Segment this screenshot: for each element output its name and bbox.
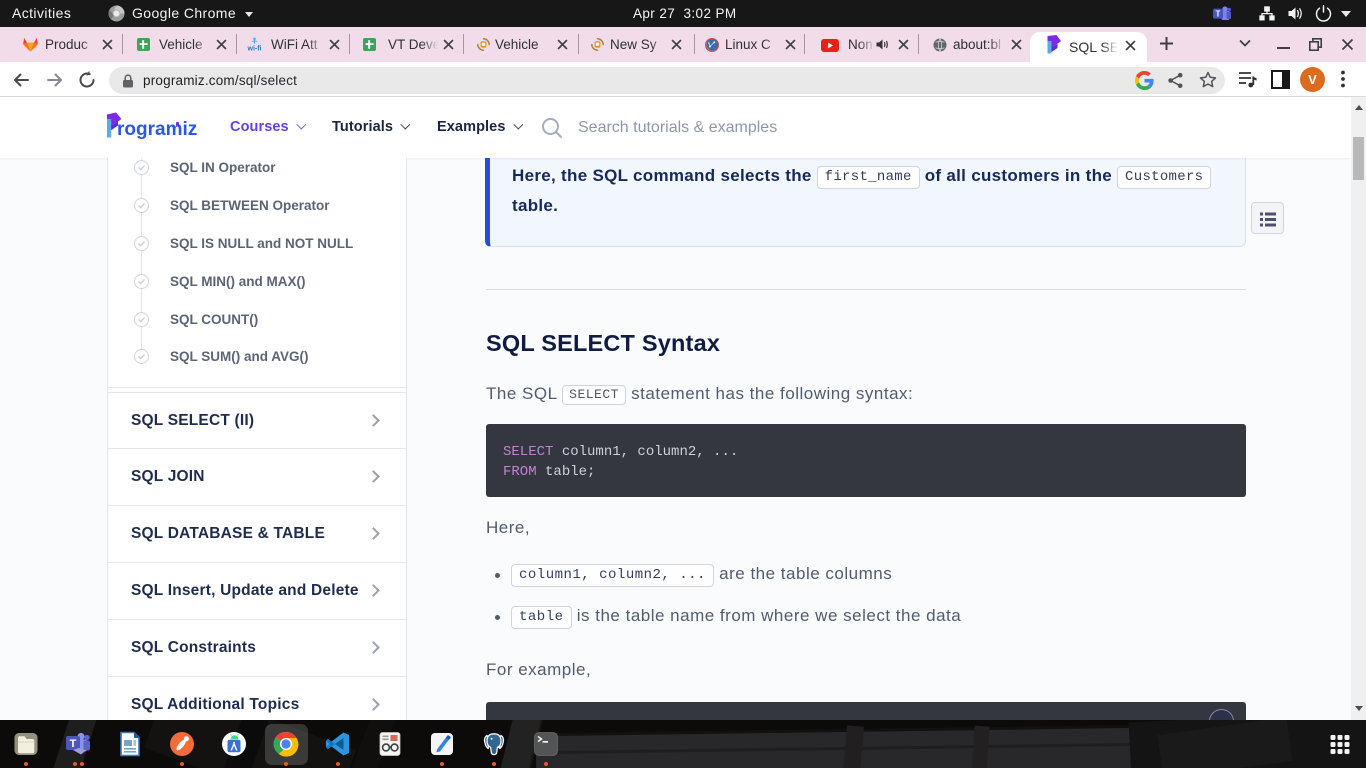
- svg-text:wi-fi: wi-fi: [247, 46, 262, 53]
- svg-text:T: T: [70, 738, 77, 750]
- svg-text:T: T: [1216, 10, 1221, 19]
